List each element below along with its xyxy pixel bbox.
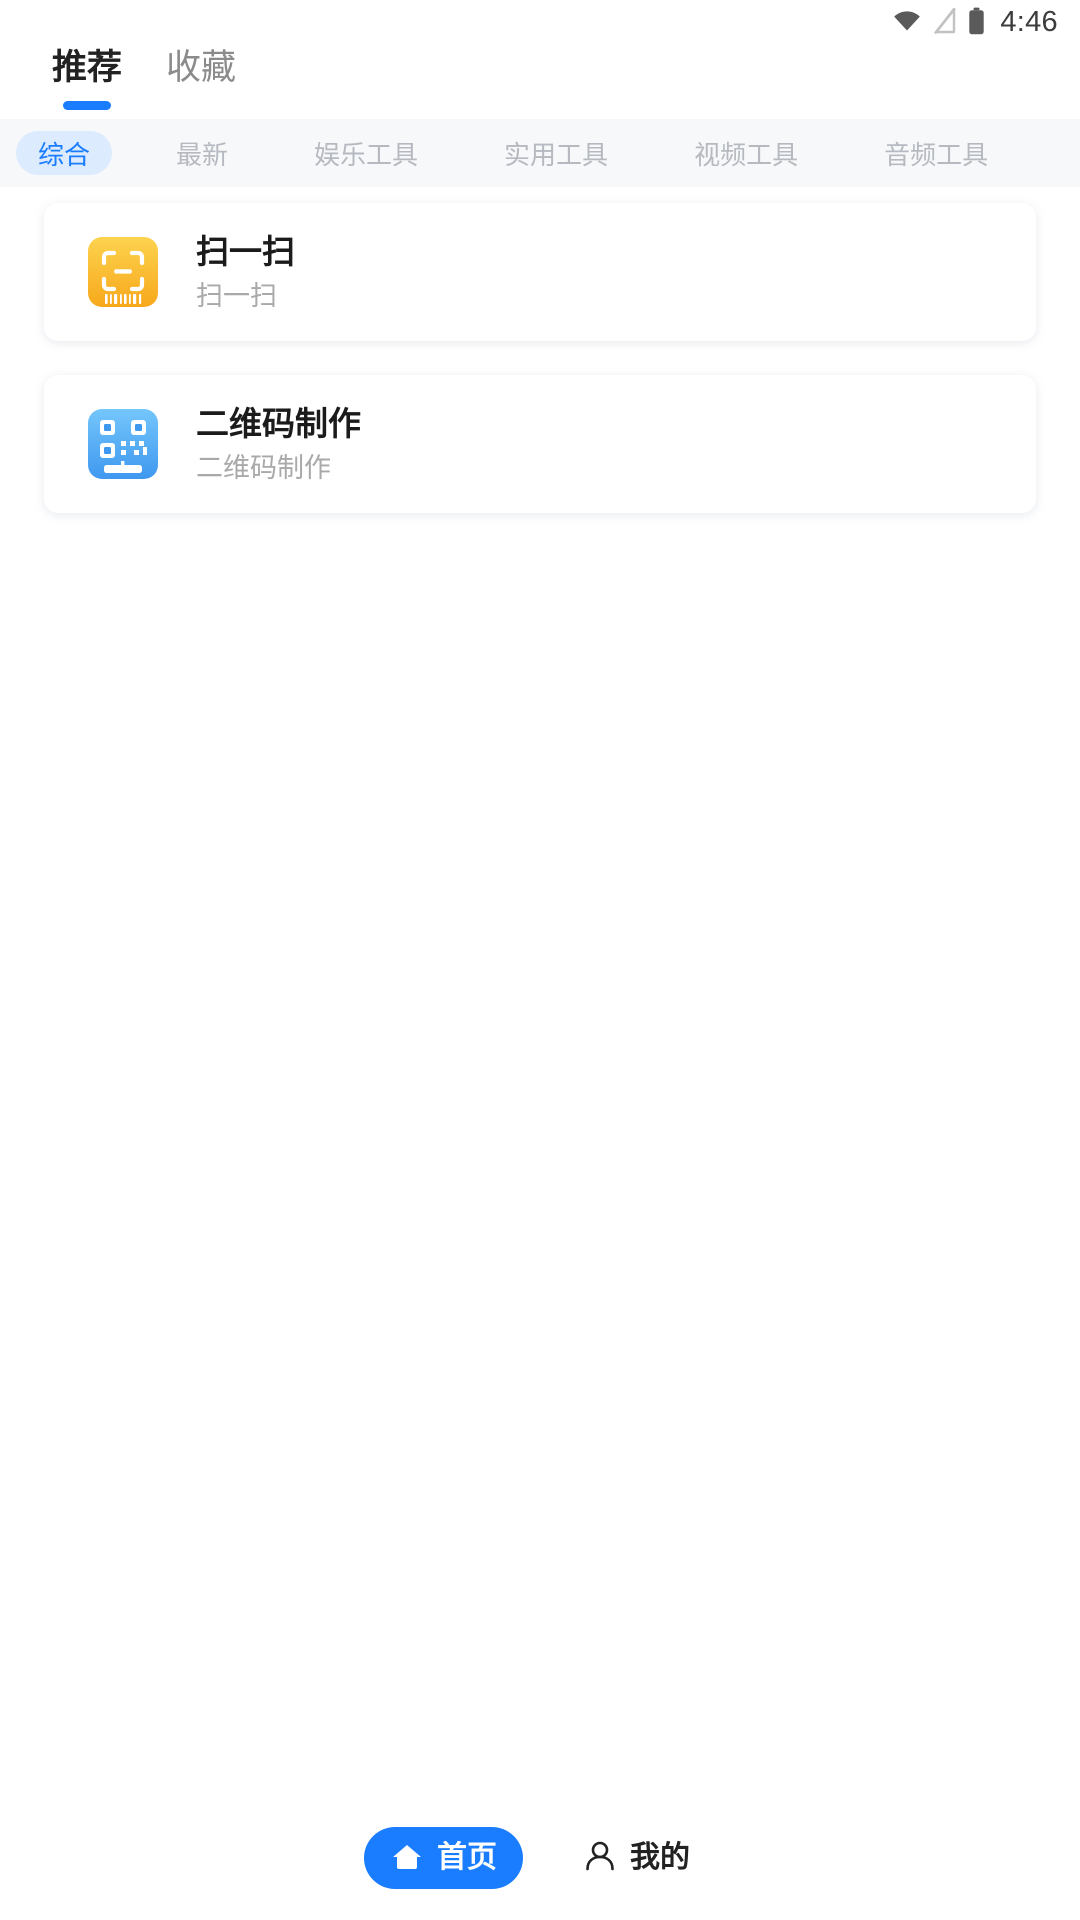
chip-practical-tools[interactable]: 实用工具	[482, 131, 630, 175]
list-item-subtitle: 扫一扫	[196, 280, 277, 311]
tab-active-indicator	[63, 101, 111, 110]
battery-icon	[968, 7, 985, 40]
home-icon	[390, 1841, 424, 1876]
tool-list: 扫一扫 扫一扫 二维码制作 二维码制作	[0, 187, 1080, 1802]
list-item-title: 扫一扫	[196, 232, 295, 270]
nav-item-profile-label: 我的	[630, 1841, 690, 1874]
list-item-title: 二维码制作	[196, 404, 361, 442]
chip-entertainment-tools[interactable]: 娱乐工具	[292, 131, 440, 175]
scan-barcode-icon	[82, 231, 164, 313]
category-chip-bar[interactable]: 综合 最新 娱乐工具 实用工具 视频工具 音频工具	[0, 119, 1080, 187]
nav-item-home[interactable]: 首页	[364, 1827, 523, 1889]
qr-code-icon	[82, 403, 164, 485]
wifi-icon	[892, 9, 922, 38]
app-screen: 4:46 推荐 收藏 综合 最新 娱乐工具 实用工具 视频工具 音频工具 扫一扫…	[0, 0, 1080, 1920]
signal-off-icon	[933, 7, 957, 40]
user-icon	[583, 1840, 617, 1877]
list-item[interactable]: 扫一扫 扫一扫	[44, 203, 1036, 341]
bottom-navigation-bar: 首页 我的	[0, 1802, 1080, 1920]
chip-comprehensive[interactable]: 综合	[16, 131, 113, 175]
list-item-text: 二维码制作 二维码制作	[196, 405, 361, 484]
chip-latest[interactable]: 最新	[154, 131, 250, 175]
nav-item-home-label: 首页	[437, 1841, 497, 1874]
chip-video-tools[interactable]: 视频工具	[672, 131, 820, 175]
list-item-subtitle: 二维码制作	[196, 452, 331, 483]
tab-recommend[interactable]: 推荐	[30, 46, 144, 110]
status-bar: 4:46	[0, 0, 1080, 46]
list-item[interactable]: 二维码制作 二维码制作	[44, 375, 1036, 513]
top-tab-bar: 推荐 收藏	[0, 46, 1080, 119]
status-icon-group: 4:46	[892, 7, 1058, 40]
tab-recommend-label: 推荐	[52, 48, 123, 87]
chip-audio-tools[interactable]: 音频工具	[862, 131, 1010, 175]
list-item-text: 扫一扫 扫一扫	[196, 233, 295, 312]
tab-favorites-label: 收藏	[166, 48, 237, 87]
nav-item-profile[interactable]: 我的	[557, 1827, 716, 1889]
status-time: 4:46	[1000, 5, 1058, 38]
tab-favorites[interactable]: 收藏	[144, 46, 258, 110]
